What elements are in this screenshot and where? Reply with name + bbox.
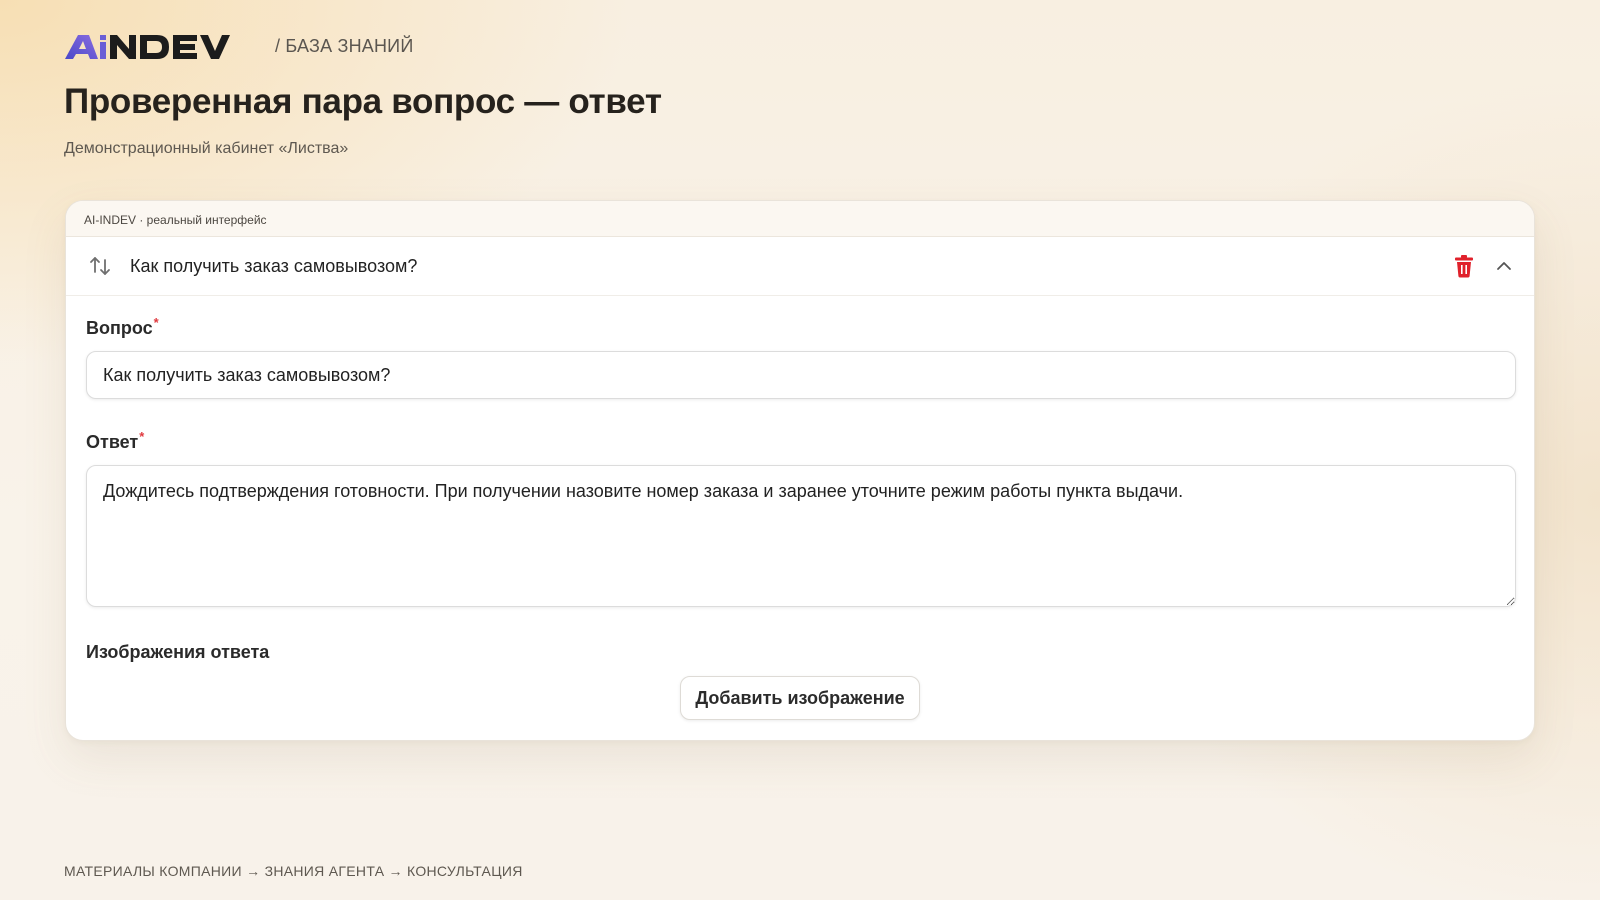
add-image-row: Добавить изображение (86, 676, 1514, 720)
page-subtitle: Демонстрационный кабинет «Листва» (64, 140, 349, 157)
add-image-button[interactable]: Добавить изображение (680, 676, 920, 720)
qa-form: Вопрос* Ответ* Дождитесь подтверждения г… (66, 296, 1534, 720)
page-title: Проверенная пара вопрос — ответ (64, 82, 662, 121)
chevron-up-icon[interactable] (1494, 256, 1514, 276)
required-mark: * (153, 315, 159, 330)
breadcrumb[interactable]: / БАЗА ЗНАНИЙ (275, 36, 413, 57)
qa-item-title[interactable]: Как получить заказ самовывозом? (130, 256, 1452, 277)
trash-icon[interactable] (1452, 254, 1476, 278)
sort-arrows-icon[interactable] (88, 254, 112, 278)
answer-label: Ответ* (86, 429, 145, 452)
aindev-logo[interactable] (65, 30, 251, 62)
qa-card: AI-INDEV · реальный интерфейс Как получи… (65, 200, 1535, 741)
qa-item-header[interactable]: Как получить заказ самовывозом? (66, 237, 1534, 296)
card-caption: AI-INDEV · реальный интерфейс (66, 201, 1534, 237)
top-bar: / БАЗА ЗНАНИЙ (65, 30, 413, 62)
answer-textarea[interactable]: Дождитесь подтверждения готовности. При … (86, 465, 1516, 607)
pipeline-footer: МАТЕРИАЛЫ КОМПАНИИ → ЗНАНИЯ АГЕНТА → КОН… (64, 863, 523, 879)
question-label: Вопрос* (86, 315, 159, 338)
required-mark: * (139, 429, 145, 444)
answer-images-label: Изображения ответа (86, 642, 270, 662)
question-input[interactable] (86, 351, 1516, 399)
